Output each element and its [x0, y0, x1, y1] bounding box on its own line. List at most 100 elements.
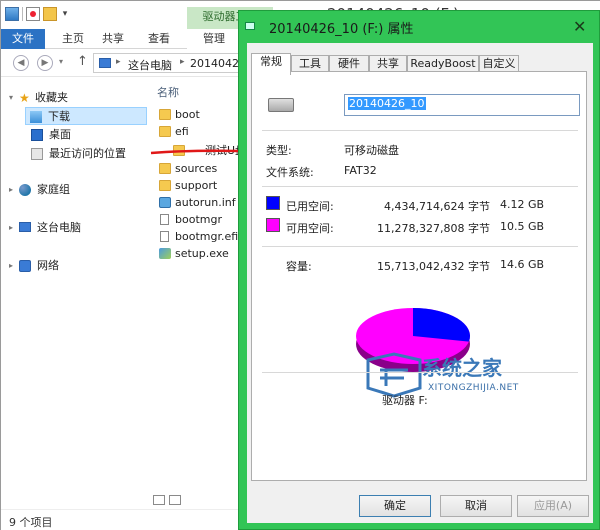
expand-chevron-icon[interactable]: ▸ [9, 181, 13, 199]
filesystem-label: 文件系统: [266, 166, 314, 179]
tab-view[interactable]: 查看 [139, 29, 179, 49]
setup-icon [159, 248, 171, 259]
capacity-label: 容量: [286, 260, 312, 273]
file-name: sources [175, 162, 218, 175]
free-space-label: 可用空间: [286, 222, 334, 235]
type-label: 类型: [266, 144, 292, 157]
nav-this-pc[interactable]: ▸ 这台电脑 [1, 219, 149, 237]
used-space-label: 已用空间: [286, 200, 334, 213]
recent-locations-chevron-icon[interactable]: ▾ [59, 57, 63, 66]
tab-general[interactable]: 常规 [251, 53, 291, 75]
chevron-down-icon[interactable]: ▾ [60, 9, 70, 19]
expand-chevron-icon[interactable]: ▾ [9, 89, 13, 107]
ok-button[interactable]: 确定 [359, 495, 431, 517]
screen: ▾ 驱动器工具 20140426_10 (F:) 文件 主页 共享 查看 管理 … [0, 0, 600, 530]
nav-network-label: 网络 [37, 259, 59, 272]
general-tab-panel: 20140426_10 类型: 可移动磁盘 文件系统: FAT32 已用空间: … [251, 71, 587, 481]
file-name: bootmgr [175, 213, 222, 226]
properties-dialog: 20140426_10 (F:) 属性 ✕ 常规 工具 硬件 共享 ReadyB… [238, 10, 600, 530]
column-header-name[interactable]: 名称 [157, 84, 179, 100]
volume-name-value: 20140426_10 [348, 97, 426, 110]
item-count: 9 个项目 [9, 516, 53, 529]
nav-homegroup-label: 家庭组 [37, 183, 70, 196]
watermark-url: XITONGZHIJIA.NET [428, 383, 519, 393]
file-name: support [175, 179, 218, 192]
file-icon [160, 214, 169, 225]
settings-file-icon [159, 197, 171, 208]
divider [262, 130, 578, 131]
navigation-pane: ▾ ★ 收藏夹 下载 桌面 最近访问的位置 ▸ 家庭组 ▸ 这台电脑 ▸ 网络 [1, 79, 149, 507]
expand-chevron-icon[interactable]: ▸ [9, 219, 13, 237]
divider [262, 186, 578, 187]
capacity-bytes: 15,713,042,432 字节 [377, 260, 490, 273]
recent-places-icon [31, 148, 43, 160]
tab-share[interactable]: 共享 [93, 29, 133, 49]
expand-chevron-icon[interactable]: ▸ [9, 257, 13, 275]
used-space-bytes: 4,434,714,624 字节 [384, 200, 490, 213]
cancel-button[interactable]: 取消 [440, 495, 512, 517]
dialog-tabs: 常规 工具 硬件 共享 ReadyBoost 自定义 [251, 53, 587, 75]
tab-file[interactable]: 文件 [1, 29, 45, 49]
watermark-text: 系统之家 [422, 356, 502, 380]
nav-downloads-label: 下载 [48, 110, 70, 123]
volume-name-input[interactable]: 20140426_10 [344, 94, 580, 116]
free-space-size: 10.5 GB [500, 220, 545, 233]
computer-icon [99, 58, 111, 68]
up-arrow-icon[interactable]: ↑ [77, 54, 88, 69]
close-icon[interactable]: ✕ [573, 19, 586, 35]
folder-icon [159, 180, 171, 191]
red-annotation-underline [150, 149, 240, 155]
breadcrumb-this-pc[interactable]: 这台电脑 [128, 57, 172, 73]
nav-downloads[interactable]: 下载 [25, 107, 147, 125]
pie-used-slice [413, 308, 471, 342]
network-icon [19, 260, 31, 272]
file-name: efi [175, 125, 189, 138]
tab-manage[interactable]: 管理 [187, 29, 241, 49]
properties-icon[interactable] [26, 7, 40, 21]
usb-drive-icon [268, 98, 294, 112]
type-value: 可移动磁盘 [344, 144, 399, 157]
details-view-icon[interactable] [153, 495, 165, 505]
address-bar[interactable]: ▸ 这台电脑 ▸ 20140426_ [93, 53, 252, 73]
file-name: bootmgr.efi [175, 230, 239, 243]
breadcrumb-chevron-icon[interactable]: ▸ [116, 57, 121, 67]
free-space-bytes: 11,278,327,808 字节 [377, 222, 490, 235]
folder-icon [159, 126, 171, 137]
homegroup-icon [19, 184, 31, 196]
folder-icon [159, 109, 171, 120]
computer-icon [19, 222, 31, 232]
nav-favorites[interactable]: ▾ ★ 收藏夹 [1, 89, 149, 107]
divider [262, 246, 578, 247]
divider [262, 372, 578, 373]
dialog-title: 20140426_10 (F:) 属性 [269, 22, 414, 37]
file-icon [160, 231, 169, 242]
nav-network[interactable]: ▸ 网络 [1, 257, 149, 275]
free-space-swatch [266, 218, 280, 232]
app-icon[interactable] [5, 7, 19, 21]
file-name: setup.exe [175, 247, 229, 260]
back-button[interactable]: ◀ [13, 55, 29, 71]
used-space-size: 4.12 GB [500, 198, 545, 211]
nav-homegroup[interactable]: ▸ 家庭组 [1, 181, 149, 199]
filesystem-value: FAT32 [344, 164, 377, 177]
used-space-swatch [266, 196, 280, 210]
breadcrumb-chevron-icon[interactable]: ▸ [180, 57, 185, 67]
folder-icon [159, 163, 171, 174]
nav-favorites-label: 收藏夹 [35, 91, 68, 104]
desktop-icon [31, 129, 43, 141]
new-folder-icon[interactable] [43, 7, 57, 21]
tab-home[interactable]: 主页 [53, 29, 93, 49]
large-icons-view-icon[interactable] [169, 495, 181, 505]
toolbar-divider [22, 7, 23, 21]
apply-button[interactable]: 应用(A) [517, 495, 589, 517]
view-mode-switch [153, 495, 181, 505]
quick-access-toolbar: ▾ [5, 7, 70, 21]
nav-recent-label: 最近访问的位置 [49, 147, 126, 160]
nav-this-pc-label: 这台电脑 [37, 221, 81, 234]
forward-button[interactable]: ▶ [37, 55, 53, 71]
dialog-body: 常规 工具 硬件 共享 ReadyBoost 自定义 20140426_10 类… [247, 43, 593, 523]
nav-desktop-label: 桌面 [49, 128, 71, 141]
star-icon: ★ [19, 91, 30, 105]
file-name: boot [175, 108, 200, 121]
download-folder-icon [30, 111, 42, 123]
